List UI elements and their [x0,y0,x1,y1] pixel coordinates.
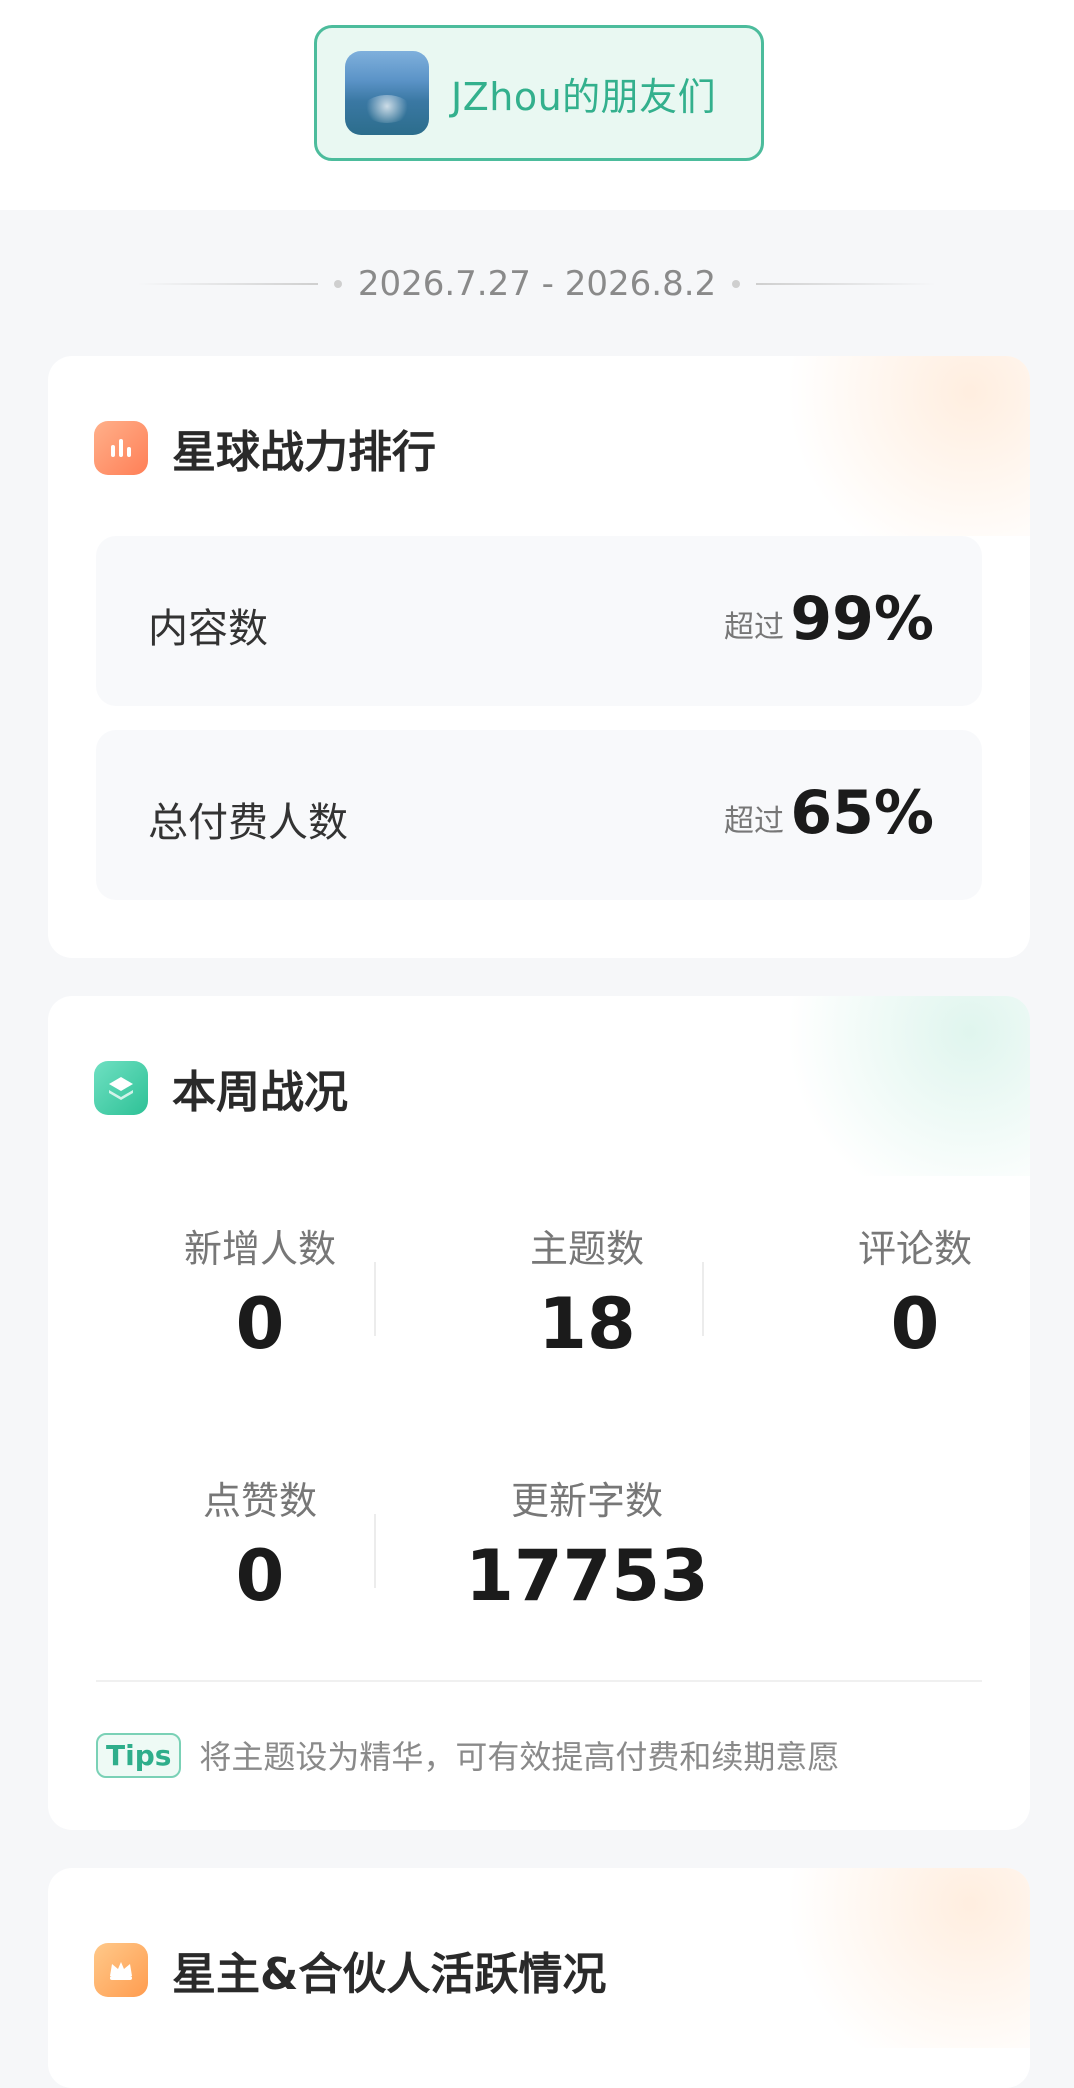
rank-label: 总付费人数 [148,800,348,846]
weekly-stats: 新增人数 0 主题数 18 评论数 0 点赞数 0 更新字数 17753 [48,996,1030,1830]
group-chip[interactable]: JZhou的朋友们 [314,25,764,161]
date-dot-left [333,280,342,288]
ranking-header: 星球战力排行 [94,416,436,480]
stat-label: 评论数 [857,1227,972,1271]
bar-chart-icon [94,421,148,475]
tips-divider [96,1680,982,1682]
stat-topics: 主题数 18 [462,1218,712,1365]
stat-value: 18 [538,1283,636,1365]
activity-card: 星主&合伙人活跃情况 [48,1868,1030,2088]
stat-label: 主题数 [529,1227,644,1271]
stat-label: 点赞数 [202,1479,317,1523]
activity-title: 星主&合伙人活跃情况 [172,1949,607,2000]
stat-label: 更新字数 [510,1479,663,1523]
stat-new-members: 新增人数 0 [135,1218,385,1365]
stat-value: 0 [235,1283,285,1365]
ranking-title: 星球战力排行 [172,427,436,478]
rank-prefix: 超过 [724,610,784,645]
ranking-card: 星球战力排行 内容数 超过 99% 总付费人数 超过 65% [48,356,1030,958]
stat-comments: 评论数 0 [790,1218,1030,1365]
stat-value: 0 [235,1535,285,1617]
date-divider-right [756,283,937,285]
stat-label: 新增人数 [183,1227,336,1271]
stat-value: 0 [890,1283,940,1365]
rank-value: 99% [790,584,934,654]
crown-icon [94,1943,148,1997]
rank-row-paid: 总付费人数 超过 65% [96,730,982,900]
stat-word-count: 更新字数 17753 [462,1470,712,1617]
group-name: JZhou的朋友们 [451,74,717,119]
date-dot-right [732,280,741,288]
stat-separator [702,1262,704,1336]
stat-separator [374,1262,376,1336]
stat-likes: 点赞数 0 [135,1470,385,1617]
date-range: 2026.7.27 - 2026.8.2 [0,258,1074,310]
rank-prefix: 超过 [724,804,784,839]
card-glow [730,356,1030,536]
stat-separator [374,1514,376,1588]
rank-row-content: 内容数 超过 99% [96,536,982,706]
rank-label: 内容数 [148,606,268,652]
tips-row: Tips 将主题设为精华，可有效提高付费和续期意愿 [96,1732,839,1778]
stat-value: 17753 [465,1535,709,1617]
tips-text: 将主题设为精华，可有效提高付费和续期意愿 [199,1738,840,1776]
date-divider-left [137,283,318,285]
weekly-card: 本周战况 新增人数 0 主题数 18 评论数 0 点赞数 0 更新字数 1775… [48,996,1030,1830]
top-bar: JZhou的朋友们 [0,0,1074,210]
rank-value: 65% [790,778,934,848]
date-range-text: 2026.7.27 - 2026.8.2 [357,264,717,304]
tips-badge: Tips [96,1732,182,1778]
card-glow [730,1868,1030,2048]
activity-header: 星主&合伙人活跃情况 [94,1938,606,2002]
group-avatar [345,51,429,135]
